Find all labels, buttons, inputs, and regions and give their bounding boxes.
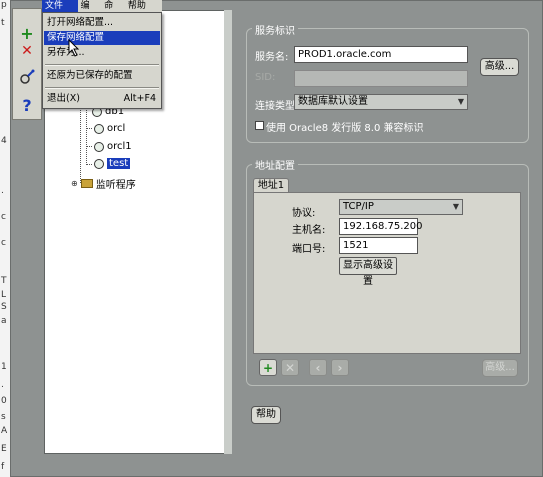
strip-char: s <box>1 412 6 422</box>
menu-item-revert[interactable]: 还原为已保存的配置 <box>44 69 160 83</box>
help-icon[interactable]: ? <box>17 95 37 115</box>
left-page-strip: pt 4. c c TLSa 1. 0 sAEf <box>0 0 10 477</box>
service-id-title: 服务标识 <box>252 22 298 37</box>
tree-connector <box>86 128 92 129</box>
sid-field[interactable] <box>294 70 468 87</box>
tree-scrollbar[interactable] <box>224 10 232 454</box>
add-address-icon[interactable]: + <box>259 359 277 376</box>
tree-connector <box>86 164 92 165</box>
menu-help[interactable]: 帮助(H) <box>125 0 162 23</box>
advanced-button[interactable]: 高级... <box>480 58 519 76</box>
tree-item-test[interactable]: test <box>94 158 131 169</box>
menu-item-label: 退出(X) <box>47 93 80 104</box>
menu-file[interactable]: 文件(F) <box>42 0 78 23</box>
tree-item-listeners[interactable]: ⊕ 监听程序 <box>71 176 136 191</box>
menu-edit[interactable]: 编辑 <box>78 0 102 23</box>
port-field[interactable]: 1521 <box>339 237 418 254</box>
strip-char: . <box>1 186 4 196</box>
tree-item-label: orcl1 <box>107 141 132 152</box>
protocol-label: 协议: <box>292 208 316 219</box>
address-config-title: 地址配置 <box>252 157 298 172</box>
remove-address-icon[interactable]: ✕ <box>281 359 299 376</box>
menu-item-shortcut: Alt+F4 <box>123 93 156 104</box>
strip-char: f <box>1 462 5 472</box>
menu-command[interactable]: 命令 <box>101 0 125 23</box>
protocol-select[interactable]: TCP/IP ▼ <box>339 199 463 215</box>
strip-char: c <box>1 238 6 248</box>
add-icon[interactable]: + <box>17 23 37 43</box>
expand-icon[interactable]: ⊕ <box>71 179 78 188</box>
host-label: 主机名: <box>292 225 326 236</box>
service-node-icon <box>94 123 104 134</box>
show-advanced-button[interactable]: 显示高级设置 <box>339 257 397 287</box>
tree-item-label: 监听程序 <box>95 180 136 191</box>
strip-char: a <box>1 316 7 326</box>
mouse-cursor-icon <box>68 39 80 57</box>
tree-connector <box>86 105 87 165</box>
help-button[interactable]: 帮助 <box>251 406 281 424</box>
service-node-icon <box>94 141 104 152</box>
folder-icon <box>80 179 93 188</box>
connection-type-label: 连接类型: <box>255 101 299 112</box>
service-node-icon <box>94 158 104 169</box>
sid-label: SID: <box>255 72 276 83</box>
connection-type-select[interactable]: 数据库默认设置 ▼ <box>294 94 468 110</box>
menu-item-save-config[interactable]: 保存网络配置 <box>44 31 160 45</box>
strip-char: S <box>1 302 7 312</box>
menu-separator <box>45 87 159 89</box>
service-name-field[interactable]: PROD1.oracle.com <box>294 46 468 63</box>
menu-item-label: 打开网络配置... <box>47 17 114 28</box>
chevron-down-icon: ▼ <box>457 97 464 106</box>
strip-char: 1 <box>1 362 7 372</box>
menu-item-save-as[interactable]: 另存为... <box>44 46 160 60</box>
service-name-label: 服务名: <box>255 52 289 63</box>
menu-item-label: 还原为已保存的配置 <box>47 70 133 81</box>
file-menu-dropdown: 打开网络配置... 保存网络配置 另存为... 还原为已保存的配置 退出(X) A… <box>42 12 162 109</box>
strip-char: L <box>1 290 7 300</box>
oracle8-compat-label: 使用 Oracle8 发行版 8.0 兼容标识 <box>266 123 424 134</box>
strip-char: 4 <box>1 136 7 146</box>
chevron-down-icon: ▼ <box>452 202 459 211</box>
tab-address1[interactable]: 地址1 <box>253 178 289 193</box>
tree-item-orcl1[interactable]: orcl1 <box>94 141 132 152</box>
tree-item-label: test <box>107 158 131 169</box>
remove-icon[interactable]: ✕ <box>17 41 37 61</box>
strip-char: T <box>1 276 7 286</box>
strip-char: t <box>1 18 5 28</box>
next-address-icon[interactable]: › <box>331 359 349 376</box>
oracle8-compat-checkbox[interactable] <box>255 121 264 130</box>
tree-connector <box>80 105 81 183</box>
tree-item-orcl[interactable]: orcl <box>94 123 125 134</box>
port-label: 端口号: <box>292 244 326 255</box>
strip-char: 0 <box>1 396 7 406</box>
previous-address-icon[interactable]: ‹ <box>309 359 327 376</box>
strip-char: p <box>1 0 7 10</box>
protocol-value: TCP/IP <box>343 201 374 212</box>
strip-char: A <box>1 426 8 436</box>
address-advanced-button[interactable]: 高级... <box>482 359 518 377</box>
tree-item-label: orcl <box>107 123 126 134</box>
host-field[interactable]: 192.168.75.200 <box>339 218 423 235</box>
menu-bar: 文件(F) 编辑 命令 帮助(H) <box>42 0 162 23</box>
tree-connector <box>86 146 92 147</box>
menu-item-exit[interactable]: 退出(X) Alt+F4 <box>44 92 160 106</box>
toolbar: + ✕ ? <box>12 8 42 120</box>
strip-char: . <box>1 380 4 390</box>
strip-char: E <box>1 444 7 454</box>
menu-item-open-config[interactable]: 打开网络配置... <box>44 16 160 30</box>
connection-type-value: 数据库默认设置 <box>298 96 368 107</box>
menu-separator <box>45 64 159 66</box>
strip-char: c <box>1 212 6 222</box>
test-connection-icon[interactable] <box>17 67 37 87</box>
